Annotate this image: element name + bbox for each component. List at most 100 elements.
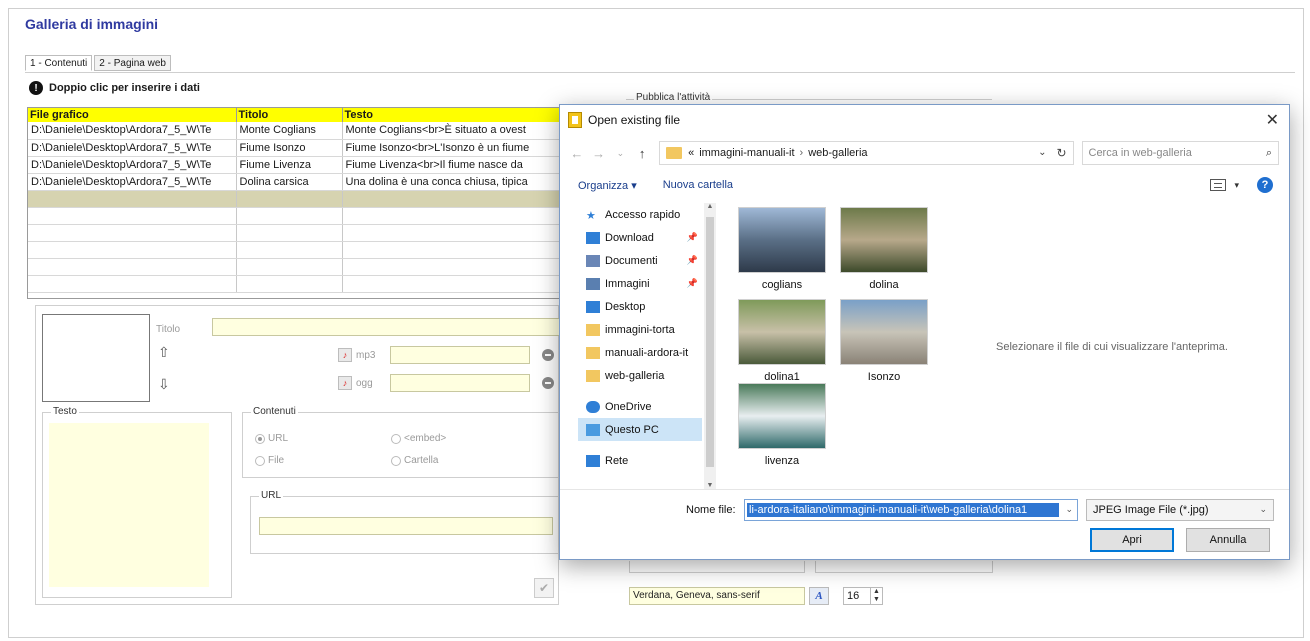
tree-item-download[interactable]: Download 📌	[578, 226, 702, 249]
close-icon[interactable]: ✕	[1266, 110, 1279, 130]
filetype-select[interactable]: JPEG Image File (*.jpg) ⌄	[1086, 499, 1274, 521]
cell-titolo[interactable]: Dolina carsica	[236, 173, 343, 191]
move-down-icon[interactable]: ⇩	[158, 376, 170, 393]
cancel-button[interactable]: Annulla	[1186, 528, 1270, 552]
tree-item-web-galleria[interactable]: web-galleria	[578, 364, 702, 387]
scroll-up-icon[interactable]: ▲	[704, 203, 716, 210]
table-row-empty[interactable]	[28, 258, 566, 276]
image-thumbnail[interactable]	[738, 207, 826, 273]
refresh-icon[interactable]: ↻	[1056, 146, 1066, 160]
tree-item-immagini-torta[interactable]: immagini-torta	[578, 318, 702, 341]
image-thumbnail[interactable]	[738, 299, 826, 365]
cell-testo[interactable]: Fiume Isonzo<br>L'Isonzo è un fiume	[342, 139, 566, 157]
radio-embed[interactable]: <embed>	[391, 433, 446, 444]
cell-file[interactable]: D:\Daniele\Desktop\Ardora7_5_W\Te	[28, 173, 237, 191]
titolo-input[interactable]	[212, 318, 560, 336]
font-size-value[interactable]: 16	[844, 588, 870, 604]
path-overflow[interactable]: «	[688, 147, 694, 159]
cell-testo[interactable]: Fiume Livenza<br>Il fiume nasce da	[342, 156, 566, 174]
cell-testo[interactable]: Una dolina è una conca chiusa, tipica	[342, 173, 566, 191]
filename-input[interactable]: li-ardora-italiano\immagini-manuali-it\w…	[744, 499, 1078, 521]
url-input[interactable]	[259, 517, 553, 535]
cell-titolo[interactable]: Fiume Livenza	[236, 156, 343, 174]
table-row[interactable]: D:\Daniele\Desktop\Ardora7_5_W\Te Dolina…	[28, 173, 566, 191]
audio-file-icon[interactable]: ♪	[338, 376, 352, 390]
chevron-down-icon[interactable]: ⌄	[1065, 504, 1073, 515]
chevron-down-icon[interactable]: ▾	[1234, 180, 1239, 191]
address-bar[interactable]: « immagini-manuali-it › web-galleria ⌄ ↻	[659, 141, 1074, 165]
column-header-file[interactable]: File grafico	[28, 108, 237, 122]
remove-ogg-icon[interactable]	[542, 377, 554, 389]
font-size-stepper[interactable]: 16 ▲ ▼	[843, 587, 883, 605]
cell-file[interactable]: D:\Daniele\Desktop\Ardora7_5_W\Te	[28, 156, 237, 174]
audio-file-icon[interactable]: ♪	[338, 348, 352, 362]
back-icon[interactable]: ←	[568, 146, 586, 161]
move-up-icon[interactable]: ⇧	[158, 344, 170, 361]
tree-item-immagini[interactable]: Immagini 📌	[578, 272, 702, 295]
search-input[interactable]: Cerca in web-galleria ⌕	[1081, 141, 1280, 165]
radio-file[interactable]: File	[255, 455, 284, 466]
font-picker-icon[interactable]: A	[809, 587, 829, 605]
open-button[interactable]: Apri	[1090, 528, 1174, 552]
tree-item-questo-pc[interactable]: Questo PC	[578, 418, 702, 441]
table-row[interactable]: D:\Daniele\Desktop\Ardora7_5_W\Te Monte …	[28, 122, 566, 140]
tree-item-documenti[interactable]: Documenti 📌	[578, 249, 702, 272]
file-item-isonzo[interactable]: Isonzo	[838, 299, 930, 383]
column-header-testo[interactable]: Testo	[342, 108, 566, 122]
hint-text: Doppio clic per inserire i dati	[49, 82, 200, 94]
cell-titolo[interactable]: Monte Coglians	[236, 122, 343, 140]
tree-item-desktop[interactable]: Desktop	[578, 295, 702, 318]
table-row-empty[interactable]	[28, 241, 566, 259]
tree-item-accesso-rapido[interactable]: ★ Accesso rapido	[578, 203, 702, 226]
data-grid[interactable]: File grafico Titolo Testo D:\Daniele\Des…	[27, 107, 567, 299]
breadcrumb-immagini-manuali-it[interactable]: immagini-manuali-it	[699, 147, 794, 159]
chevron-down-icon[interactable]: ⌄	[612, 148, 630, 159]
breadcrumb-web-galleria[interactable]: web-galleria	[808, 147, 867, 159]
tree-item-onedrive[interactable]: OneDrive	[578, 395, 702, 418]
filename-value[interactable]: li-ardora-italiano\immagini-manuali-it\w…	[747, 503, 1059, 517]
tab-pagina-web[interactable]: 2 - Pagina web	[94, 55, 171, 71]
organizza-menu[interactable]: Organizza ▾	[578, 179, 637, 192]
view-options-icon[interactable]	[1210, 179, 1227, 191]
image-thumbnail[interactable]	[840, 207, 928, 273]
file-item-livenza[interactable]: livenza	[736, 383, 828, 467]
scroll-down-icon[interactable]: ▼	[704, 482, 716, 489]
table-row-empty[interactable]	[28, 275, 566, 293]
chevron-down-icon[interactable]: ⌄	[1038, 147, 1046, 158]
remove-mp3-icon[interactable]	[542, 349, 554, 361]
table-row-selected[interactable]	[28, 190, 566, 208]
mp3-input[interactable]	[390, 346, 530, 364]
cell-file[interactable]: D:\Daniele\Desktop\Ardora7_5_W\Te	[28, 139, 237, 157]
image-thumbnail[interactable]	[840, 299, 928, 365]
image-thumbnail[interactable]	[738, 383, 826, 449]
confirm-button[interactable]: ✔	[534, 578, 554, 598]
up-arrow-icon[interactable]: ↑	[633, 146, 651, 161]
tab-contenuti[interactable]: 1 - Contenuti	[25, 55, 93, 71]
spinner-icon[interactable]: ▲ ▼	[870, 588, 882, 604]
help-icon[interactable]: ?	[1257, 177, 1273, 193]
testo-input[interactable]	[49, 423, 209, 587]
radio-cartella[interactable]: Cartella	[391, 455, 438, 466]
nuova-cartella-button[interactable]: Nuova cartella	[663, 179, 733, 191]
file-item-dolina1[interactable]: dolina1	[736, 299, 828, 383]
ogg-input[interactable]	[390, 374, 530, 392]
tree-item-manuali-ardora-it[interactable]: manuali-ardora-it	[578, 341, 702, 364]
scroll-thumb[interactable]	[706, 217, 714, 467]
table-row-empty[interactable]	[28, 207, 566, 225]
table-row-empty[interactable]	[28, 224, 566, 242]
forward-icon[interactable]: →	[590, 146, 608, 161]
table-row[interactable]: D:\Daniele\Desktop\Ardora7_5_W\Te Fiume …	[28, 139, 566, 157]
image-preview[interactable]	[42, 314, 150, 402]
table-row[interactable]: D:\Daniele\Desktop\Ardora7_5_W\Te Fiume …	[28, 156, 566, 174]
radio-url[interactable]: URL	[255, 433, 288, 444]
cell-file[interactable]: D:\Daniele\Desktop\Ardora7_5_W\Te	[28, 122, 237, 140]
file-item-coglians[interactable]: coglians	[736, 207, 828, 291]
tree-item-rete[interactable]: Rete	[578, 449, 702, 472]
font-family-input[interactable]: Verdana, Geneva, sans-serif	[629, 587, 805, 605]
tree-scrollbar[interactable]: ▲ ▼	[704, 203, 716, 489]
file-name: dolina1	[764, 371, 800, 383]
cell-testo[interactable]: Monte Coglians<br>È situato a ovest	[342, 122, 566, 140]
file-item-dolina[interactable]: dolina	[838, 207, 930, 291]
column-header-titolo[interactable]: Titolo	[236, 108, 343, 122]
cell-titolo[interactable]: Fiume Isonzo	[236, 139, 343, 157]
